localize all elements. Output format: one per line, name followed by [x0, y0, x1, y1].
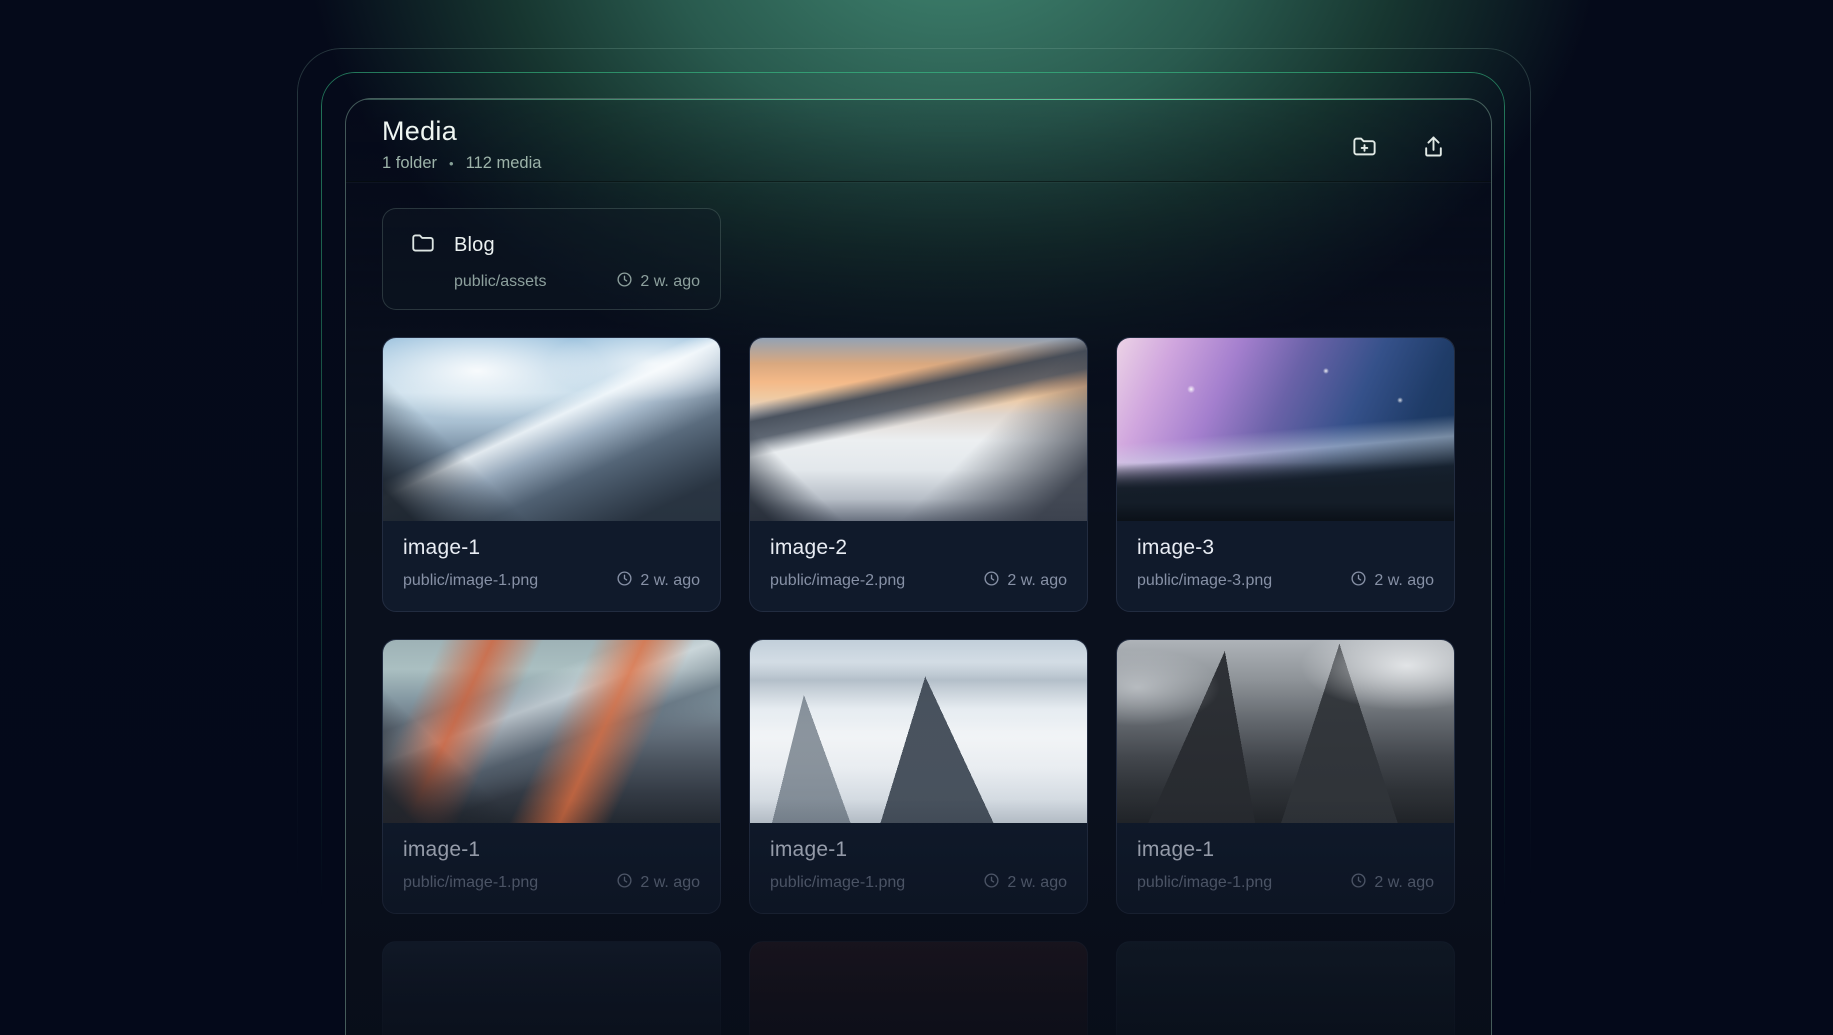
new-folder-button[interactable] — [1347, 129, 1382, 164]
clock-icon — [616, 872, 633, 894]
media-card-meta: image-1 public/image-1.png 2 w. ago — [1117, 823, 1454, 913]
media-path: public/image-1.png — [403, 572, 539, 589]
media-card-meta: image-1 public/image-1.png 2 w. ago — [750, 823, 1087, 913]
folder-path: public/assets — [454, 273, 547, 290]
upload-icon — [1420, 133, 1447, 160]
media-card-meta: image-2 public/image-2.png 2 w. ago — [750, 521, 1087, 611]
media-panel: Media 1 folder • 112 media Blog public/a… — [345, 98, 1492, 1035]
folder-icon — [410, 230, 436, 261]
media-title: image-1 — [403, 838, 481, 861]
media-card[interactable]: image-1 public/image-1.png 2 w. ago — [749, 639, 1088, 914]
subtitle-separator: • — [449, 156, 454, 172]
media-card-partial[interactable] — [749, 941, 1088, 1035]
media-card-partial[interactable] — [382, 941, 721, 1035]
media-card-meta: image-1 public/image-1.png 2 w. ago — [383, 823, 720, 913]
folder-timestamp: 2 w. ago — [616, 271, 700, 293]
media-count: 112 media — [465, 154, 542, 173]
panel-header: Media 1 folder • 112 media — [346, 99, 1491, 182]
media-thumbnail — [750, 338, 1087, 521]
media-content: Blog public/assets 2 w. ago image-1 publ… — [346, 182, 1491, 1035]
panel-heading: Media 1 folder • 112 media — [382, 116, 541, 173]
media-thumbnail — [383, 640, 720, 823]
media-title: image-1 — [1137, 838, 1215, 861]
media-grid-row-2: image-1 public/image-1.png 2 w. ago imag… — [382, 639, 1455, 914]
media-timestamp: 2 w. ago — [616, 872, 700, 894]
media-path: public/image-1.png — [770, 874, 906, 891]
clock-icon — [983, 872, 1000, 894]
clock-icon — [1350, 570, 1367, 592]
media-title: image-2 — [770, 536, 848, 559]
media-app: Media 1 folder • 112 media Blog public/a… — [0, 0, 1833, 1035]
media-card[interactable]: image-3 public/image-3.png 2 w. ago — [1116, 337, 1455, 612]
media-timestamp: 2 w. ago — [616, 570, 700, 592]
media-grid-row-1: image-1 public/image-1.png 2 w. ago imag… — [382, 337, 1455, 612]
media-card-meta: image-3 public/image-3.png 2 w. ago — [1117, 521, 1454, 611]
media-title: image-1 — [403, 536, 481, 559]
media-thumbnail — [383, 338, 720, 521]
media-card[interactable]: image-2 public/image-2.png 2 w. ago — [749, 337, 1088, 612]
clock-icon — [616, 271, 633, 293]
media-thumbnail — [1117, 338, 1454, 521]
media-card-meta: image-1 public/image-1.png 2 w. ago — [383, 521, 720, 611]
media-card[interactable]: image-1 public/image-1.png 2 w. ago — [382, 337, 721, 612]
media-grid-row-3 — [382, 941, 1455, 1035]
clock-icon — [983, 570, 1000, 592]
media-thumbnail — [1117, 640, 1454, 823]
media-title: image-1 — [770, 838, 848, 861]
media-card-partial[interactable] — [1116, 941, 1455, 1035]
folder-grid: Blog public/assets 2 w. ago — [382, 208, 1455, 310]
media-timestamp: 2 w. ago — [1350, 570, 1434, 592]
clock-icon — [1350, 872, 1367, 894]
folder-card-meta: public/assets 2 w. ago — [454, 271, 700, 293]
media-timestamp: 2 w. ago — [1350, 872, 1434, 894]
page-title: Media — [382, 116, 458, 146]
folder-plus-icon — [1351, 133, 1378, 160]
media-thumbnail — [750, 640, 1087, 823]
clock-icon — [616, 570, 633, 592]
folder-card-top: Blog — [410, 230, 700, 261]
media-title: image-3 — [1137, 536, 1215, 559]
media-path: public/image-2.png — [770, 572, 906, 589]
upload-button[interactable] — [1416, 129, 1451, 164]
panel-top-highlight — [346, 99, 1491, 100]
media-card[interactable]: image-1 public/image-1.png 2 w. ago — [1116, 639, 1455, 914]
media-path: public/image-3.png — [1137, 572, 1273, 589]
header-actions — [1347, 129, 1451, 164]
media-path: public/image-1.png — [1137, 874, 1273, 891]
media-path: public/image-1.png — [403, 874, 539, 891]
media-timestamp: 2 w. ago — [983, 872, 1067, 894]
panel-subtitle: 1 folder • 112 media — [382, 154, 541, 173]
folder-card[interactable]: Blog public/assets 2 w. ago — [382, 208, 721, 310]
media-timestamp: 2 w. ago — [983, 570, 1067, 592]
folder-count: 1 folder — [382, 154, 438, 173]
folder-name: Blog — [454, 234, 495, 256]
media-card[interactable]: image-1 public/image-1.png 2 w. ago — [382, 639, 721, 914]
